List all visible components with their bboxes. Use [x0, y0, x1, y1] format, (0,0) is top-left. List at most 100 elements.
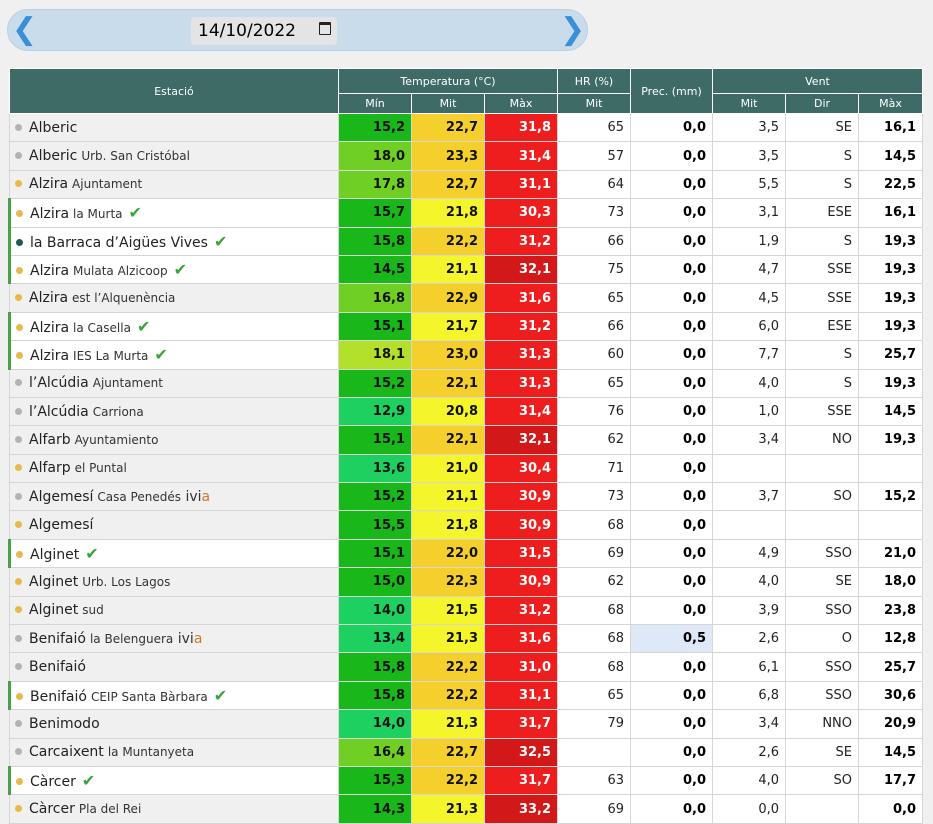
table-row[interactable]: Alginet ✔ 15,1 22,0 31,5 69 0,0 4,9 SSO 21,0	[8, 538, 924, 569]
station-name[interactable]: Alzira	[30, 263, 69, 279]
table-row[interactable]: Alzira Mulata Alzicoop ✔ 14,5 21,1 32,1 75 0,0 4…	[8, 254, 924, 285]
station-cell[interactable]: l’Alcúdia Ajuntament	[9, 368, 339, 398]
station-name[interactable]: Càrcer	[29, 801, 75, 817]
station-cell[interactable]: Càrcer ✔	[8, 765, 339, 796]
table-row[interactable]: Benifaió CEIP Santa Bàrbara ✔ 15,8 22,2 31,1 6…	[8, 680, 924, 711]
col-vent-max[interactable]: Màx	[858, 93, 924, 114]
station-name[interactable]: Benifaió	[29, 631, 86, 647]
table-row[interactable]: l’Alcúdia Ajuntament 15,2 22,1 31,3 65 0,0 4,0 S…	[9, 368, 924, 398]
status-dot-icon	[15, 379, 22, 387]
station-name[interactable]: Alberic	[29, 120, 77, 136]
station-cell[interactable]: Alginet sud	[9, 595, 339, 626]
station-cell[interactable]: Alfarp el Puntal	[9, 453, 339, 484]
station-cell[interactable]: la Barraca d’Aigües Vives ✔	[8, 226, 339, 256]
station-cell[interactable]: Alzira est l’Alquenència	[9, 283, 339, 313]
table-row[interactable]: la Barraca d’Aigües Vives ✔ 15,8 22,2 31,2 66…	[8, 226, 924, 256]
table-row[interactable]: Alzira Ajuntament 17,8 22,7 31,1 64 0,0 5,5 S 22,…	[9, 169, 924, 200]
table-row[interactable]: Benifaió la Belenguera ivia 13,4 21,3 31,6 68…	[9, 624, 924, 654]
temp-min: 15,8	[338, 226, 412, 256]
station-cell[interactable]: Alberic Urb. San Cristóbal	[9, 141, 339, 171]
station-name[interactable]: Alzira	[29, 290, 68, 306]
station-name[interactable]: Alginet	[29, 602, 78, 618]
col-temp-min[interactable]: Mín	[338, 93, 412, 114]
station-name[interactable]: l’Alcúdia	[29, 404, 89, 420]
table-row[interactable]: Alzira est l’Alquenència 16,8 22,9 31,6 65 0,0…	[9, 283, 924, 313]
station-cell[interactable]: Benimodo	[9, 709, 339, 739]
station-name[interactable]: Alzira	[29, 176, 68, 192]
table-row[interactable]: Alzira la Murta ✔ 15,7 21,8 30,3 73 0,0 3,1 ESE 16…	[8, 198, 924, 228]
temp-min: 15,2	[338, 368, 412, 398]
station-cell[interactable]: l’Alcúdia Carriona	[9, 396, 339, 427]
col-hr[interactable]: HR (%)	[557, 68, 632, 94]
station-name[interactable]: Alfarp	[29, 460, 71, 476]
table-row[interactable]: Alginet Urb. Los Lagos 15,0 22,3 30,9 62 0,0 4,…	[9, 567, 924, 597]
col-temp-mit[interactable]: Mit	[411, 93, 485, 114]
precipitation: 0,0	[630, 538, 714, 569]
station-cell[interactable]: Benifaió CEIP Santa Bàrbara ✔	[8, 680, 339, 711]
station-name[interactable]: Alginet	[29, 574, 78, 590]
table-row[interactable]: Algemesí Casa Penedés ivia 15,2 21,1 30,9 73 0…	[9, 482, 924, 512]
station-name[interactable]: Benifaió	[29, 659, 86, 675]
col-vent-mit[interactable]: Mit	[712, 93, 787, 114]
col-temperatura[interactable]: Temperatura (°C)	[337, 68, 559, 94]
calendar-icon[interactable]	[319, 22, 331, 35]
status-dot-icon	[15, 521, 22, 529]
station-name[interactable]: la Barraca d’Aigües Vives	[30, 235, 208, 251]
station-name[interactable]: Alfarb	[29, 432, 71, 448]
station-cell[interactable]: Algemesí Casa Penedés ivia	[9, 482, 339, 512]
table-row[interactable]: Benifaió 15,8 22,2 31,0 68 0,0 6,1 SSO 25,7	[9, 652, 924, 682]
station-cell[interactable]: Alginet Urb. Los Lagos	[9, 567, 339, 597]
station-cell[interactable]: Alzira la Murta ✔	[8, 198, 339, 228]
table-row[interactable]: Benimodo 14,0 21,3 31,7 79 0,0 3,4 NNO 20,9	[9, 709, 924, 739]
hr-mit: 69	[557, 538, 632, 569]
table-row[interactable]: Alberic 15,2 22,7 31,8 65 0,0 3,5 SE 16,1	[9, 112, 924, 143]
col-prec[interactable]: Prec. (mm)	[630, 68, 714, 114]
station-name[interactable]: Algemesí	[29, 517, 93, 533]
station-cell[interactable]: Benifaió la Belenguera ivia	[9, 624, 339, 654]
wind-dir: O	[785, 624, 860, 654]
station-cell[interactable]: Càrcer Pla del Rei	[9, 794, 339, 824]
table-row[interactable]: l’Alcúdia Carriona 12,9 20,8 31,4 76 0,0 1,0 SSE…	[9, 396, 924, 427]
station-name[interactable]: Algemesí	[29, 489, 93, 505]
station-name[interactable]: Alzira	[30, 206, 69, 222]
col-hr-mit[interactable]: Mit	[557, 93, 632, 114]
station-cell[interactable]: Alzira la Casella ✔	[8, 311, 339, 342]
temp-max: 31,8	[483, 112, 559, 143]
station-name[interactable]: Alginet	[30, 547, 79, 563]
table-row[interactable]: Alfarb Ayuntamiento 15,1 22,1 32,1 62 0,0 3,4 NO…	[9, 425, 924, 455]
station-name[interactable]: Benifaió	[30, 689, 87, 705]
station-name[interactable]: Alzira	[30, 320, 69, 336]
table-row[interactable]: Algemesí 15,5 21,8 30,9 68 0,0	[9, 510, 924, 540]
table-row[interactable]: Alginet sud 14,0 21,5 31,2 68 0,0 3,9 SSO 23,8	[9, 595, 924, 626]
table-row[interactable]: Carcaixent la Muntanyeta 16,4 22,7 32,5 0,0 2,…	[9, 737, 924, 767]
station-cell[interactable]: Alzira Ajuntament	[9, 169, 339, 200]
col-vent[interactable]: Vent	[712, 68, 924, 94]
station-name[interactable]: Benimodo	[29, 716, 100, 732]
station-cell[interactable]: Alberic	[9, 112, 339, 143]
station-cell[interactable]: Alzira IES La Murta ✔	[8, 340, 339, 370]
station-name[interactable]: Carcaixent	[29, 744, 104, 760]
station-name[interactable]: Alzira	[30, 348, 69, 364]
station-cell[interactable]: Carcaixent la Muntanyeta	[9, 737, 339, 767]
col-vent-dir[interactable]: Dir	[785, 93, 860, 114]
col-estacio[interactable]: Estació	[9, 68, 339, 114]
table-row[interactable]: Càrcer ✔ 15,3 22,2 31,7 63 0,0 4,0 SO 17,7	[8, 765, 924, 796]
table-row[interactable]: Alzira IES La Murta ✔ 18,1 23,0 31,3 60 0,0 7,7 S…	[8, 340, 924, 370]
date-input[interactable]: 14/10/2022	[191, 17, 337, 45]
station-name[interactable]: Càrcer	[30, 774, 76, 790]
station-cell[interactable]: Benifaió	[9, 652, 339, 682]
station-cell[interactable]: Alzira Mulata Alzicoop ✔	[8, 254, 339, 285]
station-subname: la Belenguera	[89, 631, 174, 646]
station-cell[interactable]: Alfarb Ayuntamiento	[9, 425, 339, 455]
station-name[interactable]: Alberic	[29, 148, 77, 164]
table-row[interactable]: Alzira la Casella ✔ 15,1 21,7 31,2 66 0,0 6,0 ESE…	[8, 311, 924, 342]
station-cell[interactable]: Algemesí	[9, 510, 339, 540]
table-row[interactable]: Càrcer Pla del Rei 14,3 21,3 33,2 69 0,0 0,0 0,0	[9, 794, 924, 824]
col-temp-max[interactable]: Màx	[483, 93, 559, 114]
next-day-chevron-icon[interactable]: ❯	[560, 14, 585, 46]
table-row[interactable]: Alfarp el Puntal 13,6 21,0 30,4 71 0,0	[9, 453, 924, 484]
prev-day-chevron-icon[interactable]: ❮	[12, 14, 37, 46]
station-cell[interactable]: Alginet ✔	[8, 538, 339, 569]
table-row[interactable]: Alberic Urb. San Cristóbal 18,0 23,3 31,4 57 0…	[9, 141, 924, 171]
station-name[interactable]: l’Alcúdia	[29, 375, 89, 391]
